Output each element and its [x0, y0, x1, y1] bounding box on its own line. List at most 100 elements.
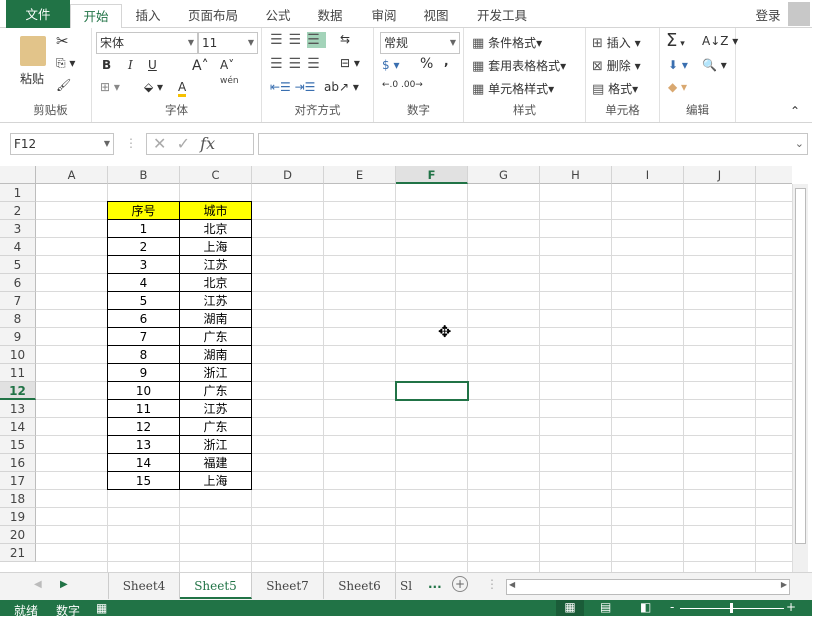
tab-file[interactable]: 文件	[6, 0, 70, 28]
scroll-right-icon[interactable]: ▶	[781, 580, 787, 589]
format-as-table-button[interactable]: ▦ 套用表格格式▾	[472, 57, 566, 74]
wrap-text-icon[interactable]: ⇆	[340, 32, 350, 46]
row-header[interactable]: 2	[0, 202, 36, 220]
font-size-select[interactable]: 11 ▼	[198, 32, 258, 54]
table-cell[interactable]: 2	[107, 237, 180, 256]
row-header[interactable]: 4	[0, 238, 36, 256]
scroll-left-icon[interactable]: ◀	[509, 580, 515, 589]
row-header[interactable]: 16	[0, 454, 36, 472]
table-cell[interactable]: 湖南	[179, 309, 252, 328]
table-cell[interactable]: 13	[107, 435, 180, 454]
table-cell[interactable]: 浙江	[179, 363, 252, 382]
insert-cells-button[interactable]: ⊞ 插入 ▾	[592, 34, 641, 51]
clear-icon[interactable]: ◆ ▾	[668, 80, 687, 94]
table-header-cell[interactable]: 城市	[179, 201, 252, 220]
orientation-icon[interactable]: ab↗ ▾	[324, 80, 359, 94]
row-header[interactable]: 14	[0, 418, 36, 436]
table-cell[interactable]: 11	[107, 399, 180, 418]
percent-button[interactable]: %	[420, 56, 433, 72]
sheet-tab-active[interactable]: Sheet5	[180, 573, 252, 599]
row-header[interactable]: 10	[0, 346, 36, 364]
vertical-scrollbar[interactable]	[792, 184, 808, 572]
row-header[interactable]: 15	[0, 436, 36, 454]
sheet-tab[interactable]: Sheet7	[252, 573, 324, 599]
table-cell[interactable]: 广东	[179, 327, 252, 346]
normal-view-icon[interactable]: ▦	[556, 600, 584, 616]
table-header-cell[interactable]: 序号	[107, 201, 180, 220]
table-cell[interactable]: 江苏	[179, 255, 252, 274]
font-name-select[interactable]: 宋体 ▼	[96, 32, 198, 54]
delete-cells-button[interactable]: ⊠ 删除 ▾	[592, 57, 641, 74]
fill-color-icon[interactable]: ⬙ ▾	[144, 80, 163, 94]
column-header-B[interactable]: B	[108, 166, 180, 184]
paste-button[interactable]: 粘贴	[20, 70, 44, 87]
table-cell[interactable]: 10	[107, 381, 180, 400]
underline-button[interactable]: U	[148, 58, 157, 72]
scroll-thumb[interactable]	[795, 188, 806, 544]
row-header[interactable]: 21	[0, 544, 36, 562]
prev-sheet-icon[interactable]: ◀	[34, 579, 42, 590]
table-cell[interactable]: 3	[107, 255, 180, 274]
table-cell[interactable]: 6	[107, 309, 180, 328]
row-header[interactable]: 8	[0, 310, 36, 328]
table-cell[interactable]: 广东	[179, 417, 252, 436]
row-header[interactable]: 18	[0, 490, 36, 508]
fill-icon[interactable]: ⬇ ▾	[668, 58, 688, 72]
grow-font-icon[interactable]: A˄	[192, 58, 209, 74]
column-header-C[interactable]: C	[180, 166, 252, 184]
worksheet-grid[interactable]: A B C D E F G H I J 1 2 3 4 5 6 7 8 9 10 11 12 13 14 15 16 17 18 19 2…	[0, 166, 792, 572]
table-cell[interactable]: 5	[107, 291, 180, 310]
login-link[interactable]: 登录	[748, 4, 788, 28]
formula-input[interactable]: ⌄	[258, 133, 808, 155]
tab-formulas[interactable]: 公式	[258, 4, 298, 28]
number-format-select[interactable]: 常规 ▼	[380, 32, 460, 54]
tab-home[interactable]: 开始	[70, 4, 122, 29]
insert-function-button[interactable]: fx	[200, 134, 215, 153]
tab-data[interactable]: 数据	[310, 4, 350, 28]
paste-icon[interactable]	[20, 36, 46, 66]
column-header-D[interactable]: D	[252, 166, 324, 184]
row-header[interactable]: 5	[0, 256, 36, 274]
copy-icon[interactable]: ⎘ ▾	[56, 56, 75, 71]
add-sheet-icon[interactable]: +	[452, 576, 468, 592]
table-cell[interactable]: 上海	[179, 237, 252, 256]
column-header-E[interactable]: E	[324, 166, 396, 184]
tab-page-layout[interactable]: 页面布局	[182, 4, 244, 28]
table-cell[interactable]: 江苏	[179, 399, 252, 418]
sort-filter-icon[interactable]: A↓Z ▾	[702, 34, 738, 48]
sheet-tab[interactable]: Sheet4	[108, 573, 180, 599]
shrink-font-icon[interactable]: A˅	[220, 58, 234, 72]
comma-button[interactable]: ,	[444, 54, 449, 68]
table-cell[interactable]: 湖南	[179, 345, 252, 364]
sheet-tab[interactable]: Sheet6	[324, 573, 396, 599]
column-header-partial[interactable]	[756, 166, 792, 184]
zoom-in-icon[interactable]: +	[786, 600, 796, 614]
column-header-F[interactable]: F	[396, 166, 468, 184]
merge-icon[interactable]: ⊟ ▾	[340, 56, 360, 70]
next-sheet-icon[interactable]: ▶	[60, 579, 68, 590]
table-cell[interactable]: 上海	[179, 471, 252, 490]
tab-review[interactable]: 审阅	[364, 4, 404, 28]
table-cell[interactable]: 北京	[179, 219, 252, 238]
row-header[interactable]: 17	[0, 472, 36, 490]
row-header[interactable]: 13	[0, 400, 36, 418]
page-layout-view-icon[interactable]: ▤	[600, 600, 611, 614]
row-header[interactable]: 7	[0, 292, 36, 310]
table-cell[interactable]: 7	[107, 327, 180, 346]
cut-icon[interactable]: ✂	[56, 32, 69, 50]
conditional-format-button[interactable]: ▦ 条件格式▾	[472, 34, 542, 51]
column-header-I[interactable]: I	[612, 166, 684, 184]
row-header[interactable]: 19	[0, 508, 36, 526]
column-header-G[interactable]: G	[468, 166, 540, 184]
select-all-corner[interactable]	[0, 166, 36, 184]
row-header[interactable]: 3	[0, 220, 36, 238]
table-cell[interactable]: 8	[107, 345, 180, 364]
format-painter-icon[interactable]: 🖌	[56, 78, 71, 92]
tab-view[interactable]: 视图	[416, 4, 456, 28]
font-color-icon[interactable]: A	[178, 80, 187, 97]
currency-icon[interactable]: $ ▾	[382, 58, 399, 72]
phonetic-icon[interactable]: wén	[220, 76, 239, 86]
active-cell-selection[interactable]	[395, 381, 469, 401]
decimal-icons[interactable]: ←.0 .00→	[382, 80, 423, 90]
autosum-button[interactable]: Σ ▾	[666, 30, 685, 51]
